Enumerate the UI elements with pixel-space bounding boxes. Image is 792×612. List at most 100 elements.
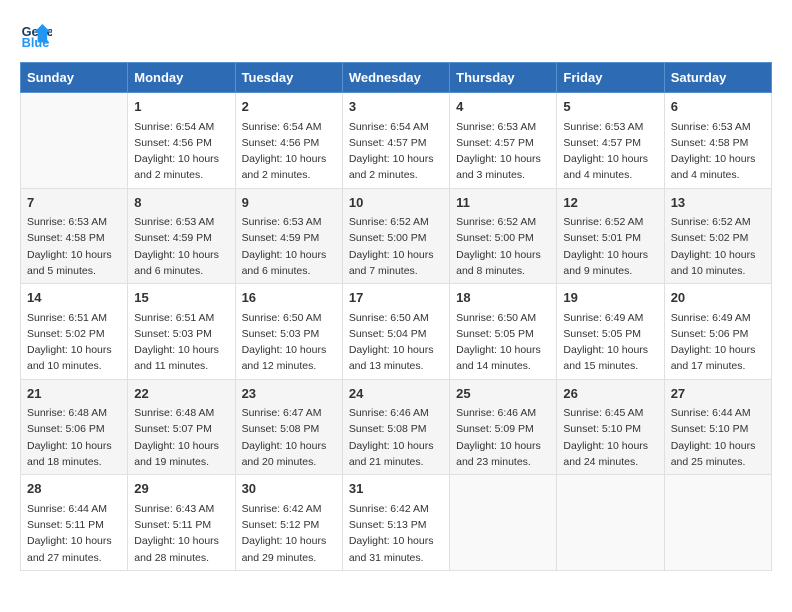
calendar-cell: 2Sunrise: 6:54 AM Sunset: 4:56 PM Daylig… <box>235 93 342 189</box>
day-info: Sunrise: 6:52 AM Sunset: 5:00 PM Dayligh… <box>456 214 550 279</box>
day-info: Sunrise: 6:50 AM Sunset: 5:05 PM Dayligh… <box>456 310 550 375</box>
calendar-cell: 27Sunrise: 6:44 AM Sunset: 5:10 PM Dayli… <box>664 379 771 475</box>
calendar-day-header: Monday <box>128 63 235 93</box>
day-number: 3 <box>349 97 443 117</box>
calendar-day-header: Tuesday <box>235 63 342 93</box>
calendar-cell: 5Sunrise: 6:53 AM Sunset: 4:57 PM Daylig… <box>557 93 664 189</box>
calendar-table: SundayMondayTuesdayWednesdayThursdayFrid… <box>20 62 772 571</box>
calendar-cell: 15Sunrise: 6:51 AM Sunset: 5:03 PM Dayli… <box>128 284 235 380</box>
calendar-week-row: 14Sunrise: 6:51 AM Sunset: 5:02 PM Dayli… <box>21 284 772 380</box>
day-info: Sunrise: 6:49 AM Sunset: 5:06 PM Dayligh… <box>671 310 765 375</box>
calendar-cell: 14Sunrise: 6:51 AM Sunset: 5:02 PM Dayli… <box>21 284 128 380</box>
calendar-cell: 17Sunrise: 6:50 AM Sunset: 5:04 PM Dayli… <box>342 284 449 380</box>
calendar-cell: 29Sunrise: 6:43 AM Sunset: 5:11 PM Dayli… <box>128 475 235 571</box>
calendar-cell: 23Sunrise: 6:47 AM Sunset: 5:08 PM Dayli… <box>235 379 342 475</box>
calendar-cell: 16Sunrise: 6:50 AM Sunset: 5:03 PM Dayli… <box>235 284 342 380</box>
day-info: Sunrise: 6:44 AM Sunset: 5:10 PM Dayligh… <box>671 405 765 470</box>
day-info: Sunrise: 6:54 AM Sunset: 4:56 PM Dayligh… <box>134 119 228 184</box>
day-number: 11 <box>456 193 550 213</box>
day-info: Sunrise: 6:53 AM Sunset: 4:58 PM Dayligh… <box>27 214 121 279</box>
calendar-day-header: Saturday <box>664 63 771 93</box>
calendar-cell: 12Sunrise: 6:52 AM Sunset: 5:01 PM Dayli… <box>557 188 664 284</box>
day-number: 24 <box>349 384 443 404</box>
calendar-cell: 3Sunrise: 6:54 AM Sunset: 4:57 PM Daylig… <box>342 93 449 189</box>
day-info: Sunrise: 6:46 AM Sunset: 5:09 PM Dayligh… <box>456 405 550 470</box>
calendar-day-header: Friday <box>557 63 664 93</box>
day-number: 2 <box>242 97 336 117</box>
day-number: 5 <box>563 97 657 117</box>
day-number: 22 <box>134 384 228 404</box>
calendar-cell: 31Sunrise: 6:42 AM Sunset: 5:13 PM Dayli… <box>342 475 449 571</box>
day-info: Sunrise: 6:45 AM Sunset: 5:10 PM Dayligh… <box>563 405 657 470</box>
day-number: 31 <box>349 479 443 499</box>
day-number: 29 <box>134 479 228 499</box>
day-number: 28 <box>27 479 121 499</box>
day-number: 6 <box>671 97 765 117</box>
day-info: Sunrise: 6:53 AM Sunset: 4:57 PM Dayligh… <box>456 119 550 184</box>
calendar-cell: 4Sunrise: 6:53 AM Sunset: 4:57 PM Daylig… <box>450 93 557 189</box>
day-info: Sunrise: 6:54 AM Sunset: 4:56 PM Dayligh… <box>242 119 336 184</box>
calendar-week-row: 21Sunrise: 6:48 AM Sunset: 5:06 PM Dayli… <box>21 379 772 475</box>
day-info: Sunrise: 6:53 AM Sunset: 4:57 PM Dayligh… <box>563 119 657 184</box>
calendar-week-row: 1Sunrise: 6:54 AM Sunset: 4:56 PM Daylig… <box>21 93 772 189</box>
day-number: 26 <box>563 384 657 404</box>
day-number: 18 <box>456 288 550 308</box>
day-number: 8 <box>134 193 228 213</box>
calendar-cell: 6Sunrise: 6:53 AM Sunset: 4:58 PM Daylig… <box>664 93 771 189</box>
day-info: Sunrise: 6:44 AM Sunset: 5:11 PM Dayligh… <box>27 501 121 566</box>
calendar-cell: 19Sunrise: 6:49 AM Sunset: 5:05 PM Dayli… <box>557 284 664 380</box>
calendar-cell <box>557 475 664 571</box>
day-number: 16 <box>242 288 336 308</box>
calendar-cell: 24Sunrise: 6:46 AM Sunset: 5:08 PM Dayli… <box>342 379 449 475</box>
calendar-cell <box>21 93 128 189</box>
calendar-week-row: 28Sunrise: 6:44 AM Sunset: 5:11 PM Dayli… <box>21 475 772 571</box>
day-number: 9 <box>242 193 336 213</box>
calendar-day-header: Sunday <box>21 63 128 93</box>
day-info: Sunrise: 6:52 AM Sunset: 5:01 PM Dayligh… <box>563 214 657 279</box>
day-info: Sunrise: 6:42 AM Sunset: 5:13 PM Dayligh… <box>349 501 443 566</box>
calendar-cell: 7Sunrise: 6:53 AM Sunset: 4:58 PM Daylig… <box>21 188 128 284</box>
calendar-cell: 20Sunrise: 6:49 AM Sunset: 5:06 PM Dayli… <box>664 284 771 380</box>
day-number: 10 <box>349 193 443 213</box>
calendar-cell: 11Sunrise: 6:52 AM Sunset: 5:00 PM Dayli… <box>450 188 557 284</box>
day-info: Sunrise: 6:51 AM Sunset: 5:02 PM Dayligh… <box>27 310 121 375</box>
day-info: Sunrise: 6:48 AM Sunset: 5:07 PM Dayligh… <box>134 405 228 470</box>
day-info: Sunrise: 6:42 AM Sunset: 5:12 PM Dayligh… <box>242 501 336 566</box>
day-info: Sunrise: 6:51 AM Sunset: 5:03 PM Dayligh… <box>134 310 228 375</box>
calendar-cell: 1Sunrise: 6:54 AM Sunset: 4:56 PM Daylig… <box>128 93 235 189</box>
day-info: Sunrise: 6:52 AM Sunset: 5:00 PM Dayligh… <box>349 214 443 279</box>
day-number: 1 <box>134 97 228 117</box>
day-number: 12 <box>563 193 657 213</box>
calendar-cell: 9Sunrise: 6:53 AM Sunset: 4:59 PM Daylig… <box>235 188 342 284</box>
day-info: Sunrise: 6:53 AM Sunset: 4:59 PM Dayligh… <box>134 214 228 279</box>
calendar-cell: 26Sunrise: 6:45 AM Sunset: 5:10 PM Dayli… <box>557 379 664 475</box>
day-number: 21 <box>27 384 121 404</box>
day-info: Sunrise: 6:52 AM Sunset: 5:02 PM Dayligh… <box>671 214 765 279</box>
day-number: 7 <box>27 193 121 213</box>
logo: General Blue <box>20 20 56 52</box>
calendar-cell: 30Sunrise: 6:42 AM Sunset: 5:12 PM Dayli… <box>235 475 342 571</box>
calendar-cell: 25Sunrise: 6:46 AM Sunset: 5:09 PM Dayli… <box>450 379 557 475</box>
calendar-cell: 8Sunrise: 6:53 AM Sunset: 4:59 PM Daylig… <box>128 188 235 284</box>
day-number: 17 <box>349 288 443 308</box>
day-number: 27 <box>671 384 765 404</box>
day-number: 23 <box>242 384 336 404</box>
day-number: 20 <box>671 288 765 308</box>
day-info: Sunrise: 6:47 AM Sunset: 5:08 PM Dayligh… <box>242 405 336 470</box>
day-number: 13 <box>671 193 765 213</box>
page-header: General Blue <box>20 20 772 52</box>
day-info: Sunrise: 6:49 AM Sunset: 5:05 PM Dayligh… <box>563 310 657 375</box>
calendar-week-row: 7Sunrise: 6:53 AM Sunset: 4:58 PM Daylig… <box>21 188 772 284</box>
calendar-cell <box>450 475 557 571</box>
calendar-cell: 22Sunrise: 6:48 AM Sunset: 5:07 PM Dayli… <box>128 379 235 475</box>
calendar-day-header: Thursday <box>450 63 557 93</box>
calendar-cell: 28Sunrise: 6:44 AM Sunset: 5:11 PM Dayli… <box>21 475 128 571</box>
day-info: Sunrise: 6:53 AM Sunset: 4:58 PM Dayligh… <box>671 119 765 184</box>
day-info: Sunrise: 6:50 AM Sunset: 5:03 PM Dayligh… <box>242 310 336 375</box>
calendar-cell: 18Sunrise: 6:50 AM Sunset: 5:05 PM Dayli… <box>450 284 557 380</box>
calendar-cell: 13Sunrise: 6:52 AM Sunset: 5:02 PM Dayli… <box>664 188 771 284</box>
calendar-cell <box>664 475 771 571</box>
day-number: 15 <box>134 288 228 308</box>
day-number: 14 <box>27 288 121 308</box>
day-info: Sunrise: 6:50 AM Sunset: 5:04 PM Dayligh… <box>349 310 443 375</box>
